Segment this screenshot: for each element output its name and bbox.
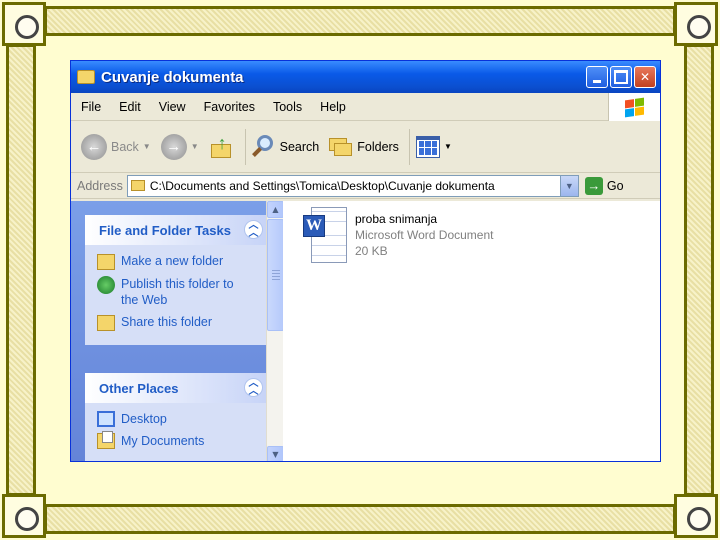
file-item[interactable]: W proba snimanja Microsoft Word Document… [303, 207, 494, 263]
go-button[interactable]: → Go [584, 176, 624, 195]
go-arrow-icon: → [584, 176, 603, 195]
address-path: C:\Documents and Settings\Tomica\Desktop… [149, 178, 495, 193]
scroll-down-arrow-icon[interactable]: ▼ [267, 446, 283, 461]
folders-button[interactable]: Folders [329, 136, 399, 158]
file-size: 20 KB [355, 244, 388, 258]
go-label: Go [606, 178, 624, 193]
my-documents-icon [97, 431, 115, 449]
collapse-chevron-icon[interactable]: ︿ ︿ [244, 220, 263, 239]
other-places-body: Desktop My Documents [85, 403, 269, 461]
task-publish-to-web[interactable]: Publish this folder to the Web [97, 276, 261, 308]
back-button[interactable]: ← Back ▼ [81, 133, 151, 160]
file-tasks-header[interactable]: File and Folder Tasks ︿ ︿ [85, 215, 269, 245]
maximize-button[interactable] [610, 66, 632, 88]
place-label: Desktop [121, 412, 167, 426]
task-make-new-folder[interactable]: Make a new folder [97, 253, 261, 270]
window-title: Cuvanje dokumenta [101, 68, 244, 86]
chevron-down-icon[interactable]: ▼ [191, 142, 199, 151]
back-label: Back [111, 139, 139, 154]
folders-label: Folders [357, 139, 399, 154]
chevron-down-icon[interactable]: ▼ [143, 142, 151, 151]
up-folder-icon: ↑ [209, 134, 235, 160]
task-pane-scrollbar[interactable]: ▲ ▼ [266, 201, 283, 461]
globe-icon [97, 276, 115, 294]
menu-help[interactable]: Help [310, 100, 354, 114]
task-label: Make a new folder [121, 254, 224, 268]
file-tasks-body: Make a new folder Publish this folder to… [85, 245, 269, 345]
slide-frame-top [44, 6, 676, 36]
word-document-icon: W [303, 207, 347, 263]
windows-logo-icon [608, 93, 660, 121]
frame-corner-ornament [674, 494, 718, 538]
toolbar-separator [244, 128, 246, 165]
file-list-area[interactable]: W proba snimanja Microsoft Word Document… [283, 201, 660, 461]
menu-tools[interactable]: Tools [263, 100, 310, 114]
scrollbar-thumb[interactable] [267, 219, 283, 331]
address-input[interactable]: C:\Documents and Settings\Tomica\Desktop… [126, 174, 579, 197]
frame-corner-ornament [2, 494, 46, 538]
desktop-icon [97, 411, 115, 427]
menu-favorites[interactable]: Favorites [194, 100, 263, 114]
back-arrow-icon: ← [81, 133, 107, 160]
window-controls: ✕ [586, 66, 660, 88]
other-places-panel: Other Places ︿ ︿ Desktop My Documents [85, 373, 269, 461]
forward-arrow-icon: → [160, 133, 187, 160]
file-info: proba snimanja Microsoft Word Document 2… [355, 207, 494, 263]
place-my-documents[interactable]: My Documents [97, 431, 261, 449]
search-icon [251, 134, 276, 159]
forward-button[interactable]: → ▼ [160, 133, 199, 160]
slide-frame-left [6, 44, 36, 496]
task-label: Publish this folder to the Web [121, 277, 234, 307]
other-places-header[interactable]: Other Places ︿ ︿ [85, 373, 269, 403]
address-dropdown-button[interactable]: ▼ [559, 175, 578, 196]
menu-bar: File Edit View Favorites Tools Help [71, 93, 660, 121]
file-name: proba snimanja [355, 212, 438, 226]
explorer-content: File and Folder Tasks ︿ ︿ Make a new fold… [71, 201, 660, 461]
file-type: Microsoft Word Document [355, 228, 494, 242]
task-pane: File and Folder Tasks ︿ ︿ Make a new fold… [71, 201, 283, 461]
minimize-button[interactable] [586, 66, 608, 88]
views-button[interactable]: ▼ [415, 135, 452, 158]
scroll-up-arrow-icon[interactable]: ▲ [267, 201, 283, 218]
menu-file[interactable]: File [71, 100, 109, 114]
menu-view[interactable]: View [149, 100, 194, 114]
menu-edit[interactable]: Edit [109, 100, 149, 114]
place-desktop[interactable]: Desktop [97, 411, 261, 427]
task-label: Share this folder [121, 315, 213, 329]
new-folder-icon [97, 254, 115, 270]
collapse-chevron-icon[interactable]: ︿ ︿ [244, 378, 263, 397]
address-label: Address [77, 178, 123, 193]
folder-icon [77, 70, 95, 84]
folder-icon [130, 180, 145, 191]
up-folder-button[interactable]: ↑ [209, 134, 235, 160]
close-button[interactable]: ✕ [634, 66, 656, 88]
file-tasks-panel: File and Folder Tasks ︿ ︿ Make a new fold… [85, 215, 269, 345]
explorer-window: Cuvanje dokumenta ✕ File Edit View Favor… [70, 60, 661, 462]
chevron-down-icon[interactable]: ▼ [444, 142, 452, 151]
folders-icon [329, 136, 353, 158]
address-bar: Address C:\Documents and Settings\Tomica… [71, 173, 660, 199]
place-label: My Documents [121, 434, 205, 448]
views-icon [415, 135, 440, 158]
standard-toolbar: ← Back ▼ → ▼ ↑ Search Folders ▼ [71, 121, 660, 173]
toolbar-separator [408, 128, 410, 165]
slide-frame-bottom [44, 504, 676, 534]
search-label: Search [279, 139, 320, 154]
frame-corner-ornament [674, 2, 718, 46]
file-tasks-title: File and Folder Tasks [99, 222, 231, 238]
frame-corner-ornament [2, 2, 46, 46]
share-folder-icon [97, 315, 115, 331]
title-bar[interactable]: Cuvanje dokumenta ✕ [71, 61, 660, 93]
slide-frame-right [684, 44, 714, 496]
task-share-folder[interactable]: Share this folder [97, 314, 261, 331]
search-button[interactable]: Search [251, 134, 320, 159]
other-places-title: Other Places [99, 380, 179, 396]
